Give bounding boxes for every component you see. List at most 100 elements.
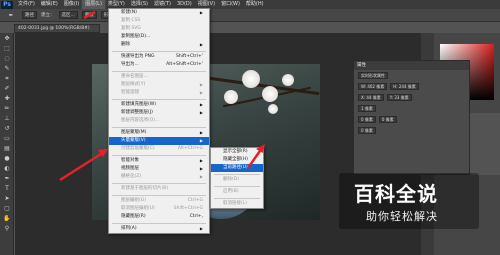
stroke-width-field[interactable]: 1 像素	[358, 105, 376, 112]
menu-help[interactable]: 帮助(H)	[243, 0, 267, 9]
submenu-arrow-icon: ▶	[199, 82, 203, 87]
dodge-tool-icon[interactable]: ◐	[2, 164, 12, 173]
layer-menu-item-label: 新建调整图层(J)	[121, 110, 153, 115]
gradient-icon[interactable]: ▤	[2, 144, 12, 153]
submenu-arrow-icon: ▶	[199, 166, 203, 171]
layer-menu-item-label: 图层蒙版(M)	[121, 130, 147, 135]
layer-menu-item-label: 智能对象	[121, 158, 139, 163]
layer-menu-item[interactable]: 智能对象 ▶	[109, 157, 209, 165]
layer-menu-item: 复制 SVG	[109, 25, 209, 33]
vector-mask-menu-item-label: 隐藏全部(H)	[223, 157, 248, 162]
y-field[interactable]: Y: 33 像素	[386, 94, 412, 101]
layer-menu-item-label: 重命名图层...	[121, 74, 148, 79]
menu-separator	[214, 197, 260, 199]
menu-file[interactable]: 文件(F)	[15, 0, 38, 9]
layer-menu-item-label: 智能滤镜	[121, 90, 139, 95]
vector-mask-menu-item[interactable]: 当前路径(U)	[211, 164, 263, 172]
menu-window[interactable]: 窗口(W)	[218, 0, 243, 9]
layer-menu-item-shortcut: Shift+Ctrl+G	[173, 206, 203, 211]
layer-menu-item[interactable]: 复制图层(D)...	[109, 33, 209, 41]
x-field[interactable]: X: 44 像素	[358, 94, 384, 101]
marquee-tool-icon[interactable]: ⬚	[2, 44, 12, 53]
submenu-arrow-icon: ▶	[199, 138, 203, 143]
corner-radius-field[interactable]: 0 像素	[358, 116, 376, 123]
layer-menu-item-label: 删除	[121, 42, 130, 47]
properties-panel: 属性 实时形状属性 W: 402 像素 H: 244 像素 X: 44 像素 Y…	[353, 60, 470, 175]
layer-menu-item[interactable]: 新建(N) ▶	[109, 9, 209, 17]
vector-mask-menu-item-label: 取消链接(L)	[223, 201, 248, 206]
layer-menu-item: 智能滤镜 ▶	[109, 89, 209, 97]
history-brush-icon[interactable]: ↺	[2, 124, 12, 133]
layer-menu-item: 栅格化(Z) ▶	[109, 173, 209, 181]
layer-menu-item: 图层编组(G) Ctrl+G	[109, 197, 209, 205]
layer-menu-item: 创建剪贴蒙版(C) Alt+Ctrl+G	[109, 145, 209, 153]
mode-select[interactable]: 路径	[22, 11, 37, 19]
shape-tool-icon[interactable]: ▢	[2, 204, 12, 213]
document-tab[interactable]: 402-0031.jpg @ 100%(RGB/8#)	[14, 24, 100, 33]
lasso-tool-icon[interactable]: ◌	[2, 54, 12, 63]
vector-mask-menu-item[interactable]: 显示全部(R)	[211, 148, 263, 156]
layer-menu-item[interactable]: 图层蒙版(M) ▶	[109, 129, 209, 137]
healing-brush-icon[interactable]: ✚	[2, 94, 12, 103]
layer-menu-item-label: 新建基于图层的切片(B)	[121, 186, 169, 191]
move-tool-icon[interactable]: ✥	[2, 34, 12, 43]
layer-menu-item[interactable]: 矢量蒙版(V) ▶	[109, 137, 209, 145]
quick-select-icon[interactable]: ✎	[2, 64, 12, 73]
vector-mask-submenu: 显示全部(R) 隐藏全部(H) 当前路径(U) 删除(D) 启用(B) 取消链接(L)	[210, 147, 264, 209]
submenu-arrow-icon: ▶	[199, 174, 203, 179]
menu-separator	[112, 70, 206, 72]
corner-radius-field-2[interactable]: 0 像素	[378, 116, 397, 123]
layer-menu-item-label: 新建(N)	[121, 10, 137, 15]
corner-radius-field-3[interactable]: 0 像素	[358, 127, 376, 134]
selection-button[interactable]: 选区...	[58, 11, 78, 19]
hand-tool-icon[interactable]: ✋	[2, 214, 12, 223]
submenu-arrow-icon: ▶	[199, 42, 203, 47]
layer-menu-item-label: 取消图层编组(U)	[121, 206, 155, 211]
layer-menu-item-label: 导出为...	[121, 62, 139, 67]
vector-mask-menu-item[interactable]: 隐藏全部(H)	[211, 156, 263, 164]
layer-menu-item: 图层样式(Y) ▶	[109, 81, 209, 89]
submenu-arrow-icon: ▶	[199, 226, 203, 231]
crop-tool-icon[interactable]: ⌗	[2, 74, 12, 83]
menu-edit[interactable]: 编辑(E)	[38, 0, 61, 9]
vector-mask-menu-item-label: 启用(B)	[223, 189, 239, 194]
properties-title: 属性	[354, 61, 469, 70]
layer-menu-item[interactable]: 快速导出为 PNG Shift+Ctrl+'	[109, 53, 209, 61]
menu-separator	[112, 126, 206, 128]
vector-mask-menu-item: 取消链接(L)	[211, 200, 263, 208]
type-tool-icon[interactable]: T	[2, 184, 12, 193]
menu-separator	[112, 98, 206, 100]
watermark-title: 百科全说	[354, 182, 438, 206]
layer-menu-item[interactable]: 新建填充图层(W) ▶	[109, 101, 209, 109]
brush-tool-icon[interactable]: ✏	[2, 104, 12, 113]
layer-menu-item-label: 图层样式(Y)	[121, 82, 146, 87]
layer-menu-item-label: 矢量蒙版(V)	[121, 138, 146, 143]
blur-tool-icon[interactable]: ●	[2, 154, 12, 163]
mask-button[interactable]: 蒙版	[81, 11, 97, 19]
eraser-icon[interactable]: ▭	[2, 134, 12, 143]
pen-tool-icon[interactable]: ✒	[6, 11, 16, 20]
eyedropper-icon[interactable]: ✐	[2, 84, 12, 93]
layer-menu-item[interactable]: 视频图层 ▶	[109, 165, 209, 173]
layer-menu-item-label: 复制图层(D)...	[121, 34, 151, 39]
layer-menu-item[interactable]: 导出为... Alt+Shift+Ctrl+'	[109, 61, 209, 69]
layer-menu-item[interactable]: 隐藏图层(R) Ctrl+,	[109, 213, 209, 221]
menu-image[interactable]: 图像(I)	[61, 0, 82, 9]
layer-menu-dropdown: 新建(N) ▶ 复制 CSS 复制 SVG 复制图层(D)... 删除 ▶ 快速导出为 PNG…	[108, 8, 210, 234]
layer-menu-item[interactable]: 新建调整图层(J) ▶	[109, 109, 209, 117]
layer-menu-item-label: 创建剪贴蒙版(C)	[121, 146, 155, 151]
layer-menu-item[interactable]: 删除 ▶	[109, 41, 209, 49]
width-field[interactable]: W: 402 像素	[358, 83, 388, 90]
pen-icon[interactable]: ✒	[2, 174, 12, 183]
menu-separator	[112, 222, 206, 224]
clone-stamp-icon[interactable]: ⊥	[2, 114, 12, 123]
height-field[interactable]: H: 244 像素	[390, 83, 419, 90]
shape-properties-label: 实时形状属性	[358, 72, 388, 79]
layer-menu-item[interactable]: 排列(A) ▶	[109, 225, 209, 233]
menu-layer[interactable]: 图层(L)	[81, 0, 106, 10]
zoom-tool-icon[interactable]: ⚲	[2, 224, 12, 233]
make-label: 建立：	[41, 13, 55, 18]
menu-separator	[112, 154, 206, 156]
path-select-icon[interactable]: ➤	[2, 194, 12, 203]
vector-mask-menu-item-label: 当前路径(U)	[223, 165, 248, 170]
